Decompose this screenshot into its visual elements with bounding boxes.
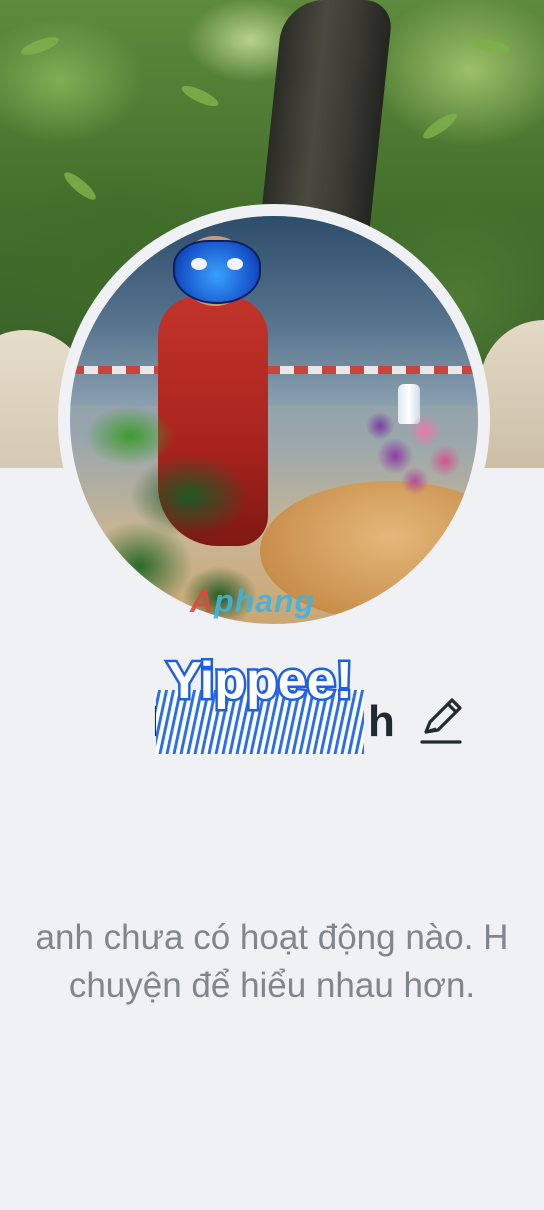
avatar-railing [70, 366, 478, 374]
watermark-rest: phang [214, 583, 316, 619]
profile-page: Aphang Kih Yippee! anh chưa có hoạt động… [0, 0, 544, 1210]
yippee-sticker: Yippee! [156, 650, 364, 754]
avatar-flowers [355, 396, 475, 506]
avatar[interactable] [70, 216, 478, 624]
umbrella-right [480, 320, 544, 468]
empty-activity-message: anh chưa có hoạt động nào. H chuyện để h… [0, 914, 544, 1010]
tiger-mask-icon [173, 240, 261, 304]
leaf [420, 109, 460, 143]
watermark-first-letter: A [190, 583, 215, 619]
leaf [60, 168, 100, 204]
leaf [19, 33, 61, 59]
leaf [469, 36, 511, 56]
empty-message-line-1: anh chưa có hoạt động nào. H [35, 918, 509, 957]
pencil-icon[interactable] [418, 694, 464, 746]
sticker-text: Yippee! [167, 652, 353, 710]
watermark-logo: Aphang [190, 583, 315, 620]
empty-message-line-2: chuyện để hiểu nhau hơn. [68, 966, 476, 1005]
leaf [179, 82, 221, 110]
